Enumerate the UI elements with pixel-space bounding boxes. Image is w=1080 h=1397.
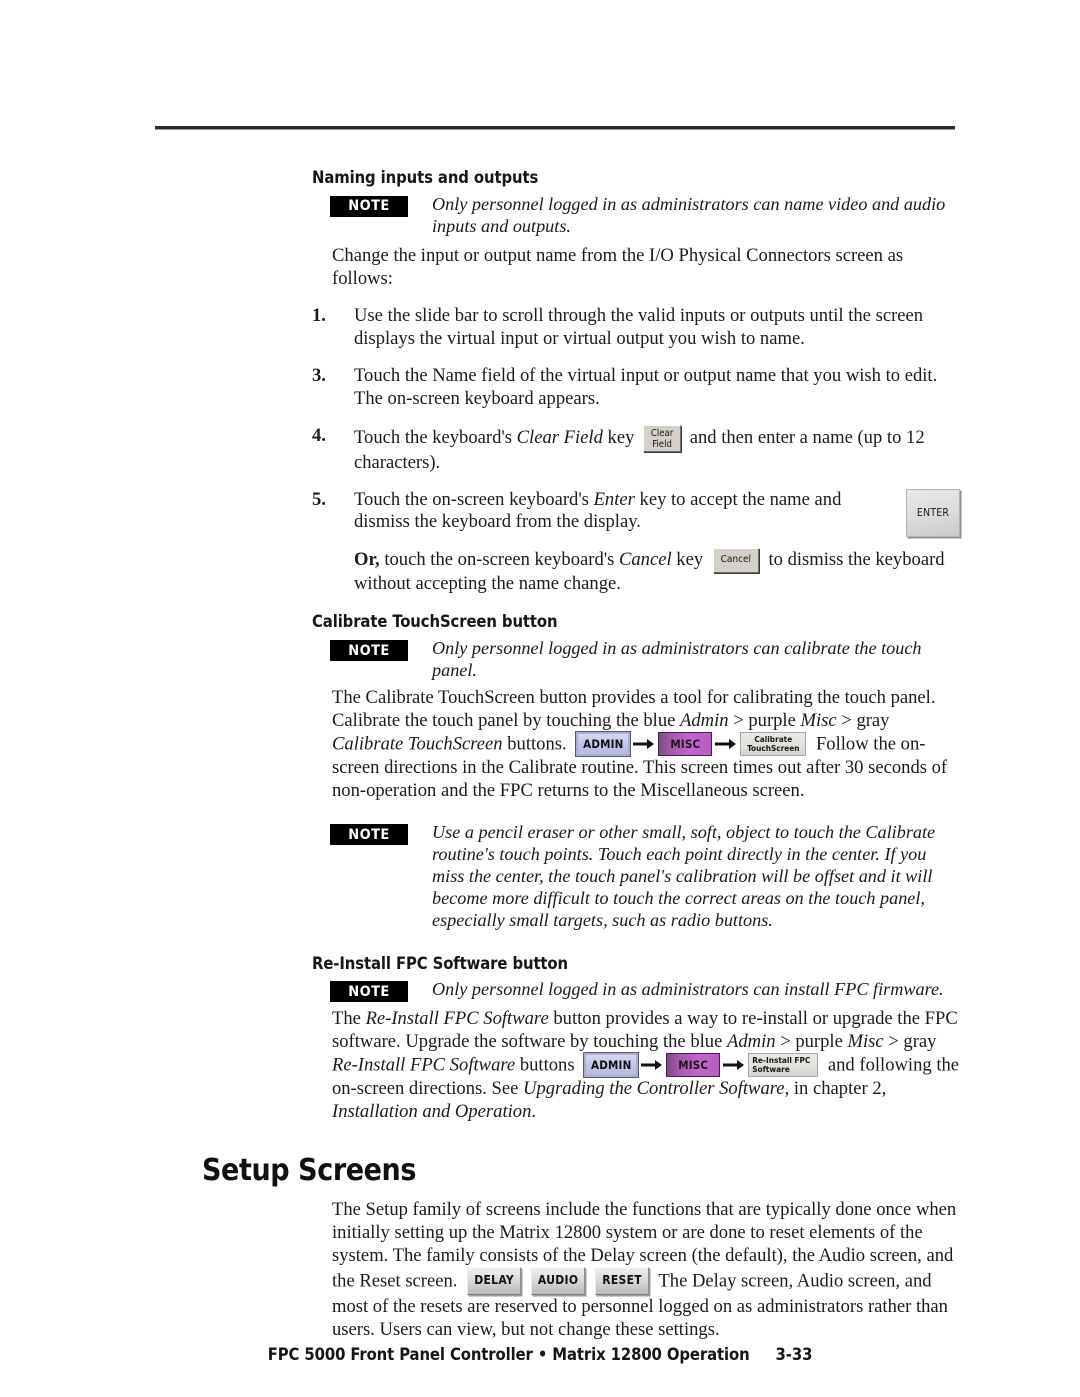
- header-rule: [155, 126, 955, 130]
- calibrate-body-paragraph: The Calibrate TouchScreen button provide…: [332, 687, 960, 803]
- delay-button[interactable]: DELAY: [467, 1266, 522, 1295]
- reinstall-text-8: .: [531, 1101, 537, 1123]
- page-content: Naming inputs and outputs NOTE Only pers…: [202, 168, 960, 1342]
- key-name-enter: Enter: [593, 488, 635, 510]
- step-text: Touch the keyboard's Clear Field key Cle…: [354, 424, 960, 475]
- arrow-right-icon: [641, 1059, 663, 1071]
- section-heading-naming: Naming inputs and outputs: [312, 168, 539, 187]
- footer-title: FPC 5000 Front Panel Controller • Matrix…: [267, 1345, 750, 1364]
- cancel-button[interactable]: Cancel: [712, 548, 759, 574]
- reset-button[interactable]: RESET: [595, 1266, 650, 1295]
- note-badge: NOTE: [330, 824, 408, 846]
- note-text: Only personnel logged in as administrato…: [432, 193, 946, 236]
- or-text-before: touch the on-screen keyboard's: [379, 549, 619, 571]
- note-block-reinstall: NOTE Only personnel logged in as adminis…: [312, 978, 960, 1003]
- list-item: 1. Use the slide bar to scroll through t…: [312, 305, 960, 351]
- button-name-reinstall-fpc-software: Re-Install FPC Software: [365, 1008, 549, 1030]
- menu-name-admin: Admin: [680, 710, 729, 732]
- calibrate-touchscreen-button[interactable]: Calibrate TouchScreen: [740, 732, 807, 757]
- admin-button[interactable]: ADMIN: [575, 731, 632, 758]
- calibrate-text-3: > gray: [836, 710, 890, 732]
- naming-steps-list: 1. Use the slide bar to scroll through t…: [312, 305, 960, 597]
- menu-name-reinstall-fpc-software: Re-Install FPC Software: [332, 1054, 516, 1076]
- page-footer: FPC 5000 Front Panel Controller • Matrix…: [0, 1345, 1080, 1364]
- menu-name-misc: Misc: [847, 1031, 884, 1053]
- admin-button[interactable]: ADMIN: [583, 1052, 640, 1079]
- or-text-mid: key: [671, 549, 708, 571]
- or-lead: Or,: [354, 549, 380, 571]
- clear-field-button[interactable]: Clear Field: [643, 424, 682, 452]
- key-name-cancel: Cancel: [618, 549, 672, 571]
- note-block-calibrate: NOTE Only personnel logged in as adminis…: [312, 637, 960, 681]
- reinstall-text-7: , in chapter 2,: [784, 1078, 887, 1100]
- setup-body-paragraph: The Setup family of screens include the …: [332, 1199, 960, 1342]
- calibrate-text-2: > purple: [728, 710, 801, 732]
- page-number: 3-33: [775, 1345, 813, 1364]
- note-text: Only personnel logged in as administrato…: [432, 979, 944, 1000]
- note-block-naming: NOTE Only personnel logged in as adminis…: [312, 193, 960, 237]
- enter-button[interactable]: ENTER: [906, 488, 960, 537]
- menu-name-admin: Admin: [727, 1031, 776, 1053]
- step-text-before: Touch the on-screen keyboard's: [354, 488, 594, 510]
- note-block-calibrate-tip: NOTE Use a pencil eraser or other small,…: [312, 821, 960, 932]
- key-name-clear-field: Clear Field: [516, 426, 603, 448]
- document-page: Naming inputs and outputs NOTE Only pers…: [0, 0, 1080, 1397]
- step-text: Touch the on-screen keyboard's Enter key…: [354, 489, 894, 535]
- reinstall-text-1: The: [332, 1008, 366, 1030]
- section-heading-calibrate: Calibrate TouchScreen button: [312, 612, 558, 632]
- reinstall-text-5: buttons: [515, 1054, 580, 1076]
- note-text: Only personnel logged in as administrato…: [432, 638, 922, 681]
- naming-intro-paragraph: Change the input or output name from the…: [332, 244, 904, 289]
- reinstall-text-4: > gray: [883, 1031, 937, 1053]
- note-text: Use a pencil eraser or other small, soft…: [432, 822, 936, 931]
- step-number: 4.: [312, 424, 326, 446]
- list-item: 3. Touch the Name field of the virtual i…: [312, 365, 960, 411]
- section-heading-reinstall: Re-Install FPC Software button: [312, 953, 569, 973]
- note-badge: NOTE: [330, 640, 408, 661]
- step-text: Use the slide bar to scroll through the …: [354, 304, 924, 349]
- button-chain-reinstall: ADMIN MISC Re-Install FPC Software: [583, 1052, 819, 1079]
- step-text-mid: key: [602, 426, 640, 448]
- button-chain-calibrate: ADMIN MISC Calibrate TouchScreen: [575, 731, 807, 758]
- menu-name-calibrate-touchscreen: Calibrate TouchScreen: [332, 733, 503, 755]
- calibrate-text-4: buttons.: [502, 733, 572, 755]
- arrow-right-icon: [633, 738, 655, 750]
- reference-installation-and-operation: Installation and Operation: [332, 1101, 532, 1123]
- step-number: 5.: [312, 488, 326, 510]
- list-item: 5. Touch the on-screen keyboard's Enter …: [312, 488, 960, 537]
- list-item: 4. Touch the keyboard's Clear Field key …: [312, 424, 960, 475]
- reference-upgrading-controller-software: Upgrading the Controller Software: [523, 1078, 785, 1100]
- step-text: Touch the Name field of the virtual inpu…: [354, 364, 938, 409]
- note-badge: NOTE: [330, 195, 408, 217]
- audio-button[interactable]: AUDIO: [531, 1266, 586, 1295]
- menu-name-misc: Misc: [800, 710, 837, 732]
- misc-button[interactable]: MISC: [658, 732, 713, 757]
- arrow-right-icon: [715, 738, 737, 750]
- note-badge: NOTE: [330, 981, 408, 1003]
- arrow-right-icon: [723, 1059, 745, 1071]
- step-text-before: Touch the keyboard's: [354, 426, 517, 448]
- step-number: 3.: [312, 364, 326, 386]
- step-number: 1.: [312, 304, 326, 326]
- reinstall-fpc-software-button[interactable]: Re-Install FPC Software: [748, 1053, 819, 1078]
- reinstall-body-paragraph: The Re-Install FPC Software button provi…: [332, 1008, 960, 1124]
- misc-button[interactable]: MISC: [666, 1053, 721, 1078]
- page-title-setup-screens: Setup Screens: [202, 1153, 417, 1189]
- reinstall-text-3: > purple: [775, 1031, 848, 1053]
- naming-or-clause: Or, touch the on-screen keyboard's Cance…: [354, 548, 960, 596]
